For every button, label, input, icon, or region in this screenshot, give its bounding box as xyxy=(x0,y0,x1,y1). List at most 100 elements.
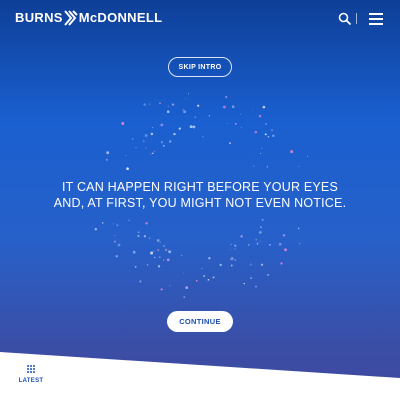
particle-dot xyxy=(166,258,170,262)
particle-dot xyxy=(207,278,210,281)
particle-dot xyxy=(184,97,186,99)
particle-dot xyxy=(194,116,197,119)
logo-mark-icon xyxy=(63,10,78,26)
particle-dot xyxy=(282,233,286,237)
grid-dots-icon xyxy=(27,365,35,373)
particle-dot xyxy=(267,135,270,138)
latest-nav-item[interactable]: LATEST xyxy=(14,364,48,384)
particle-dot xyxy=(219,263,222,267)
particle-dot xyxy=(164,248,168,252)
particle-dot xyxy=(182,108,185,111)
particle-dot xyxy=(234,259,237,261)
particle-dot xyxy=(201,267,203,270)
brand-logo[interactable]: BURNS McDONNELL xyxy=(15,9,162,27)
particle-dot xyxy=(160,123,164,127)
headline-line-1: IT CAN HAPPEN RIGHT BEFORE YOUR EYES xyxy=(61,180,338,194)
particle-dot xyxy=(101,222,104,224)
particle-dot xyxy=(143,235,147,238)
particle-dot xyxy=(203,274,206,278)
particle-dot xyxy=(264,133,267,136)
particle-dot xyxy=(252,109,254,111)
particle-dot xyxy=(225,96,228,98)
particle-dot xyxy=(255,238,258,241)
particle-dot xyxy=(117,243,121,247)
particle-dot xyxy=(156,248,160,252)
particle-dot xyxy=(168,250,172,254)
particle-dot xyxy=(156,239,160,242)
particle-dot xyxy=(230,259,232,261)
skip-intro-button[interactable]: SKIP INTRO xyxy=(168,57,232,77)
particle-dot xyxy=(239,113,241,115)
particle-dot xyxy=(247,244,250,246)
particle-dot xyxy=(137,234,140,238)
particle-dot xyxy=(115,255,119,258)
particle-dot xyxy=(185,286,189,289)
particle-dot xyxy=(126,167,129,170)
site-header: BURNS McDONNELL xyxy=(0,0,400,36)
particle-dot xyxy=(258,114,262,118)
intro-headline: IT CAN HAPPEN RIGHT BEFORE YOUR EYES AND… xyxy=(0,179,400,211)
particle-dot xyxy=(167,105,169,107)
search-icon[interactable] xyxy=(338,12,352,26)
particle-dot xyxy=(208,115,211,117)
particle-dot xyxy=(223,105,226,109)
particle-dot xyxy=(145,147,147,149)
particle-dot xyxy=(250,277,253,280)
particle-dot xyxy=(267,273,270,276)
particle-dot xyxy=(278,242,282,246)
particle-dot xyxy=(183,296,186,298)
particle-dot xyxy=(158,256,161,259)
particle-dot xyxy=(266,166,269,168)
particle-dot xyxy=(157,265,161,268)
particle-dot xyxy=(195,279,198,282)
particle-dot xyxy=(259,231,262,234)
particle-dot xyxy=(290,150,294,154)
particle-dot xyxy=(166,110,170,114)
particle-dot xyxy=(265,122,268,126)
particle-dot xyxy=(243,282,246,285)
particle-dot xyxy=(113,223,114,225)
particle-dot xyxy=(298,165,300,167)
latest-label: LATEST xyxy=(18,378,44,384)
particle-dot xyxy=(144,134,148,137)
particle-dot xyxy=(227,123,228,124)
particle-dot xyxy=(153,250,155,252)
particle-dot xyxy=(297,227,300,230)
particle-dot xyxy=(162,244,166,248)
continue-button[interactable]: CONTINUE xyxy=(167,311,233,332)
particle-dot xyxy=(254,130,258,134)
particle-dot xyxy=(134,265,137,268)
logo-text-right: McDONNELL xyxy=(78,10,163,25)
particle-dot xyxy=(139,280,142,283)
particle-dot xyxy=(183,272,185,274)
particle-dot xyxy=(284,248,287,252)
particle-dot xyxy=(178,127,181,130)
particle-dot xyxy=(145,222,148,225)
particle-dot xyxy=(168,140,172,143)
particle-dot xyxy=(230,257,234,261)
particle-dot xyxy=(151,152,154,155)
particle-dot xyxy=(160,288,163,291)
particle-dot xyxy=(257,244,258,245)
particle-dot xyxy=(113,240,117,243)
particle-dot xyxy=(121,122,125,125)
particle-dot xyxy=(149,103,151,105)
particle-dot xyxy=(234,244,237,247)
hamburger-menu-icon[interactable] xyxy=(369,13,383,25)
particle-dot xyxy=(260,153,262,155)
particle-dot xyxy=(116,224,119,227)
particle-dot xyxy=(262,105,266,109)
particle-dot xyxy=(234,248,236,250)
particle-dot xyxy=(132,250,136,254)
particle-dot xyxy=(230,264,233,267)
particle-dot xyxy=(106,151,110,155)
particle-dot xyxy=(148,237,151,239)
particle-dot xyxy=(208,257,211,260)
particle-dot xyxy=(154,256,156,259)
particle-dot xyxy=(143,140,145,142)
particle-dot xyxy=(259,226,262,229)
particle-dot xyxy=(272,134,275,137)
particle-dot xyxy=(197,104,200,107)
particle-dot xyxy=(270,129,274,132)
particle-dot xyxy=(183,110,187,114)
